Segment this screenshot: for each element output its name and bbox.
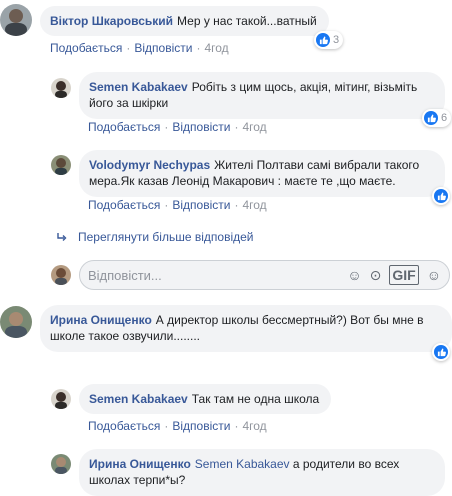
like-icon [424, 111, 438, 125]
like-count: 3 [333, 34, 340, 46]
like-icon [434, 345, 448, 359]
like-count-badge[interactable] [432, 343, 450, 361]
comment-text: Мер у нас такой...ватный [177, 14, 317, 28]
like-icon [434, 189, 448, 203]
reply-link[interactable]: Відповісти [172, 198, 230, 212]
avatar[interactable] [51, 454, 71, 474]
like-link[interactable]: Подобається [50, 41, 122, 55]
comment-bubble: Ирина Онищенко Semen Kabakaev а родители … [79, 449, 445, 496]
comment-author[interactable]: Semen Kabakaev [89, 392, 188, 406]
like-link[interactable]: Подобається [88, 198, 160, 212]
like-count-badge[interactable]: 6 [422, 109, 452, 127]
more-replies-link[interactable]: Переглянути більше відповідей [56, 230, 253, 244]
sticker-icon[interactable]: ☺ [427, 267, 441, 283]
comment-bubble: Semen Kabakaev Робіть з цим щось, акція, … [79, 72, 445, 119]
timestamp[interactable]: 4год [242, 419, 266, 433]
comment-author[interactable]: Volodymyr Nechypas [89, 158, 210, 172]
comment-author[interactable]: Віктор Шкаровський [50, 14, 173, 28]
like-count-badge[interactable] [432, 187, 450, 205]
comment-bubble: Віктор Шкаровський Мер у нас такой...ватн… [40, 6, 329, 36]
user-photo-icon [0, 306, 32, 338]
avatar [51, 265, 71, 285]
comment-bubble: Ирина Онищенко А директор школы бессмертн… [40, 305, 452, 352]
current-user-photo-icon [51, 265, 71, 285]
like-link[interactable]: Подобається [88, 120, 160, 134]
mention-link[interactable]: Semen Kabakaev [195, 457, 290, 471]
emoji-icon[interactable]: ☺ [347, 267, 361, 283]
camera-icon[interactable]: ⊙ [370, 267, 382, 284]
user-photo-icon [51, 155, 71, 175]
reply-link[interactable]: Відповісти [172, 120, 230, 134]
comment-actions: Подобається · Відповісти · 4год [88, 419, 267, 433]
user-photo-icon [51, 454, 71, 474]
like-count: 6 [441, 112, 448, 124]
avatar[interactable] [0, 306, 32, 338]
reply-arrow-icon [57, 233, 67, 241]
user-photo-icon [51, 78, 71, 98]
gif-icon[interactable]: GIF [389, 265, 419, 285]
reply-input[interactable]: Відповісти... ☺ ⊙ GIF ☺ [79, 260, 450, 290]
comment-text: Так там не одна школа [191, 392, 320, 406]
avatar[interactable] [51, 78, 71, 98]
avatar[interactable] [0, 4, 32, 36]
comment-author[interactable]: Ирина Онищенко [50, 313, 152, 327]
comment-author[interactable]: Semen Kabakaev [89, 80, 188, 94]
like-count-badge[interactable]: 3 [314, 31, 344, 49]
like-link[interactable]: Подобається [88, 419, 160, 433]
comment-bubble: Semen Kabakaev Так там не одна школа [79, 384, 332, 414]
user-photo-icon [51, 389, 71, 409]
avatar[interactable] [51, 389, 71, 409]
timestamp[interactable]: 4год [242, 198, 266, 212]
avatar[interactable] [51, 155, 71, 175]
comment-actions: Подобається · Відповісти · 4год [50, 41, 229, 55]
timestamp[interactable]: 4год [242, 120, 266, 134]
timestamp[interactable]: 4год [204, 41, 228, 55]
reply-placeholder: Відповісти... [88, 267, 162, 283]
user-photo-icon [0, 4, 32, 36]
like-icon [316, 33, 330, 47]
comment-actions: Подобається · Відповісти · 4год [88, 120, 267, 134]
comment-author[interactable]: Ирина Онищенко [89, 457, 191, 471]
comment-bubble: Volodymyr Nechypas Жителі Полтави самі ви… [79, 150, 445, 197]
reply-link[interactable]: Відповісти [172, 419, 230, 433]
more-replies-label: Переглянути більше відповідей [78, 230, 254, 244]
comment-actions: Подобається · Відповісти · 4год [88, 198, 267, 212]
reply-link[interactable]: Відповісти [134, 41, 192, 55]
